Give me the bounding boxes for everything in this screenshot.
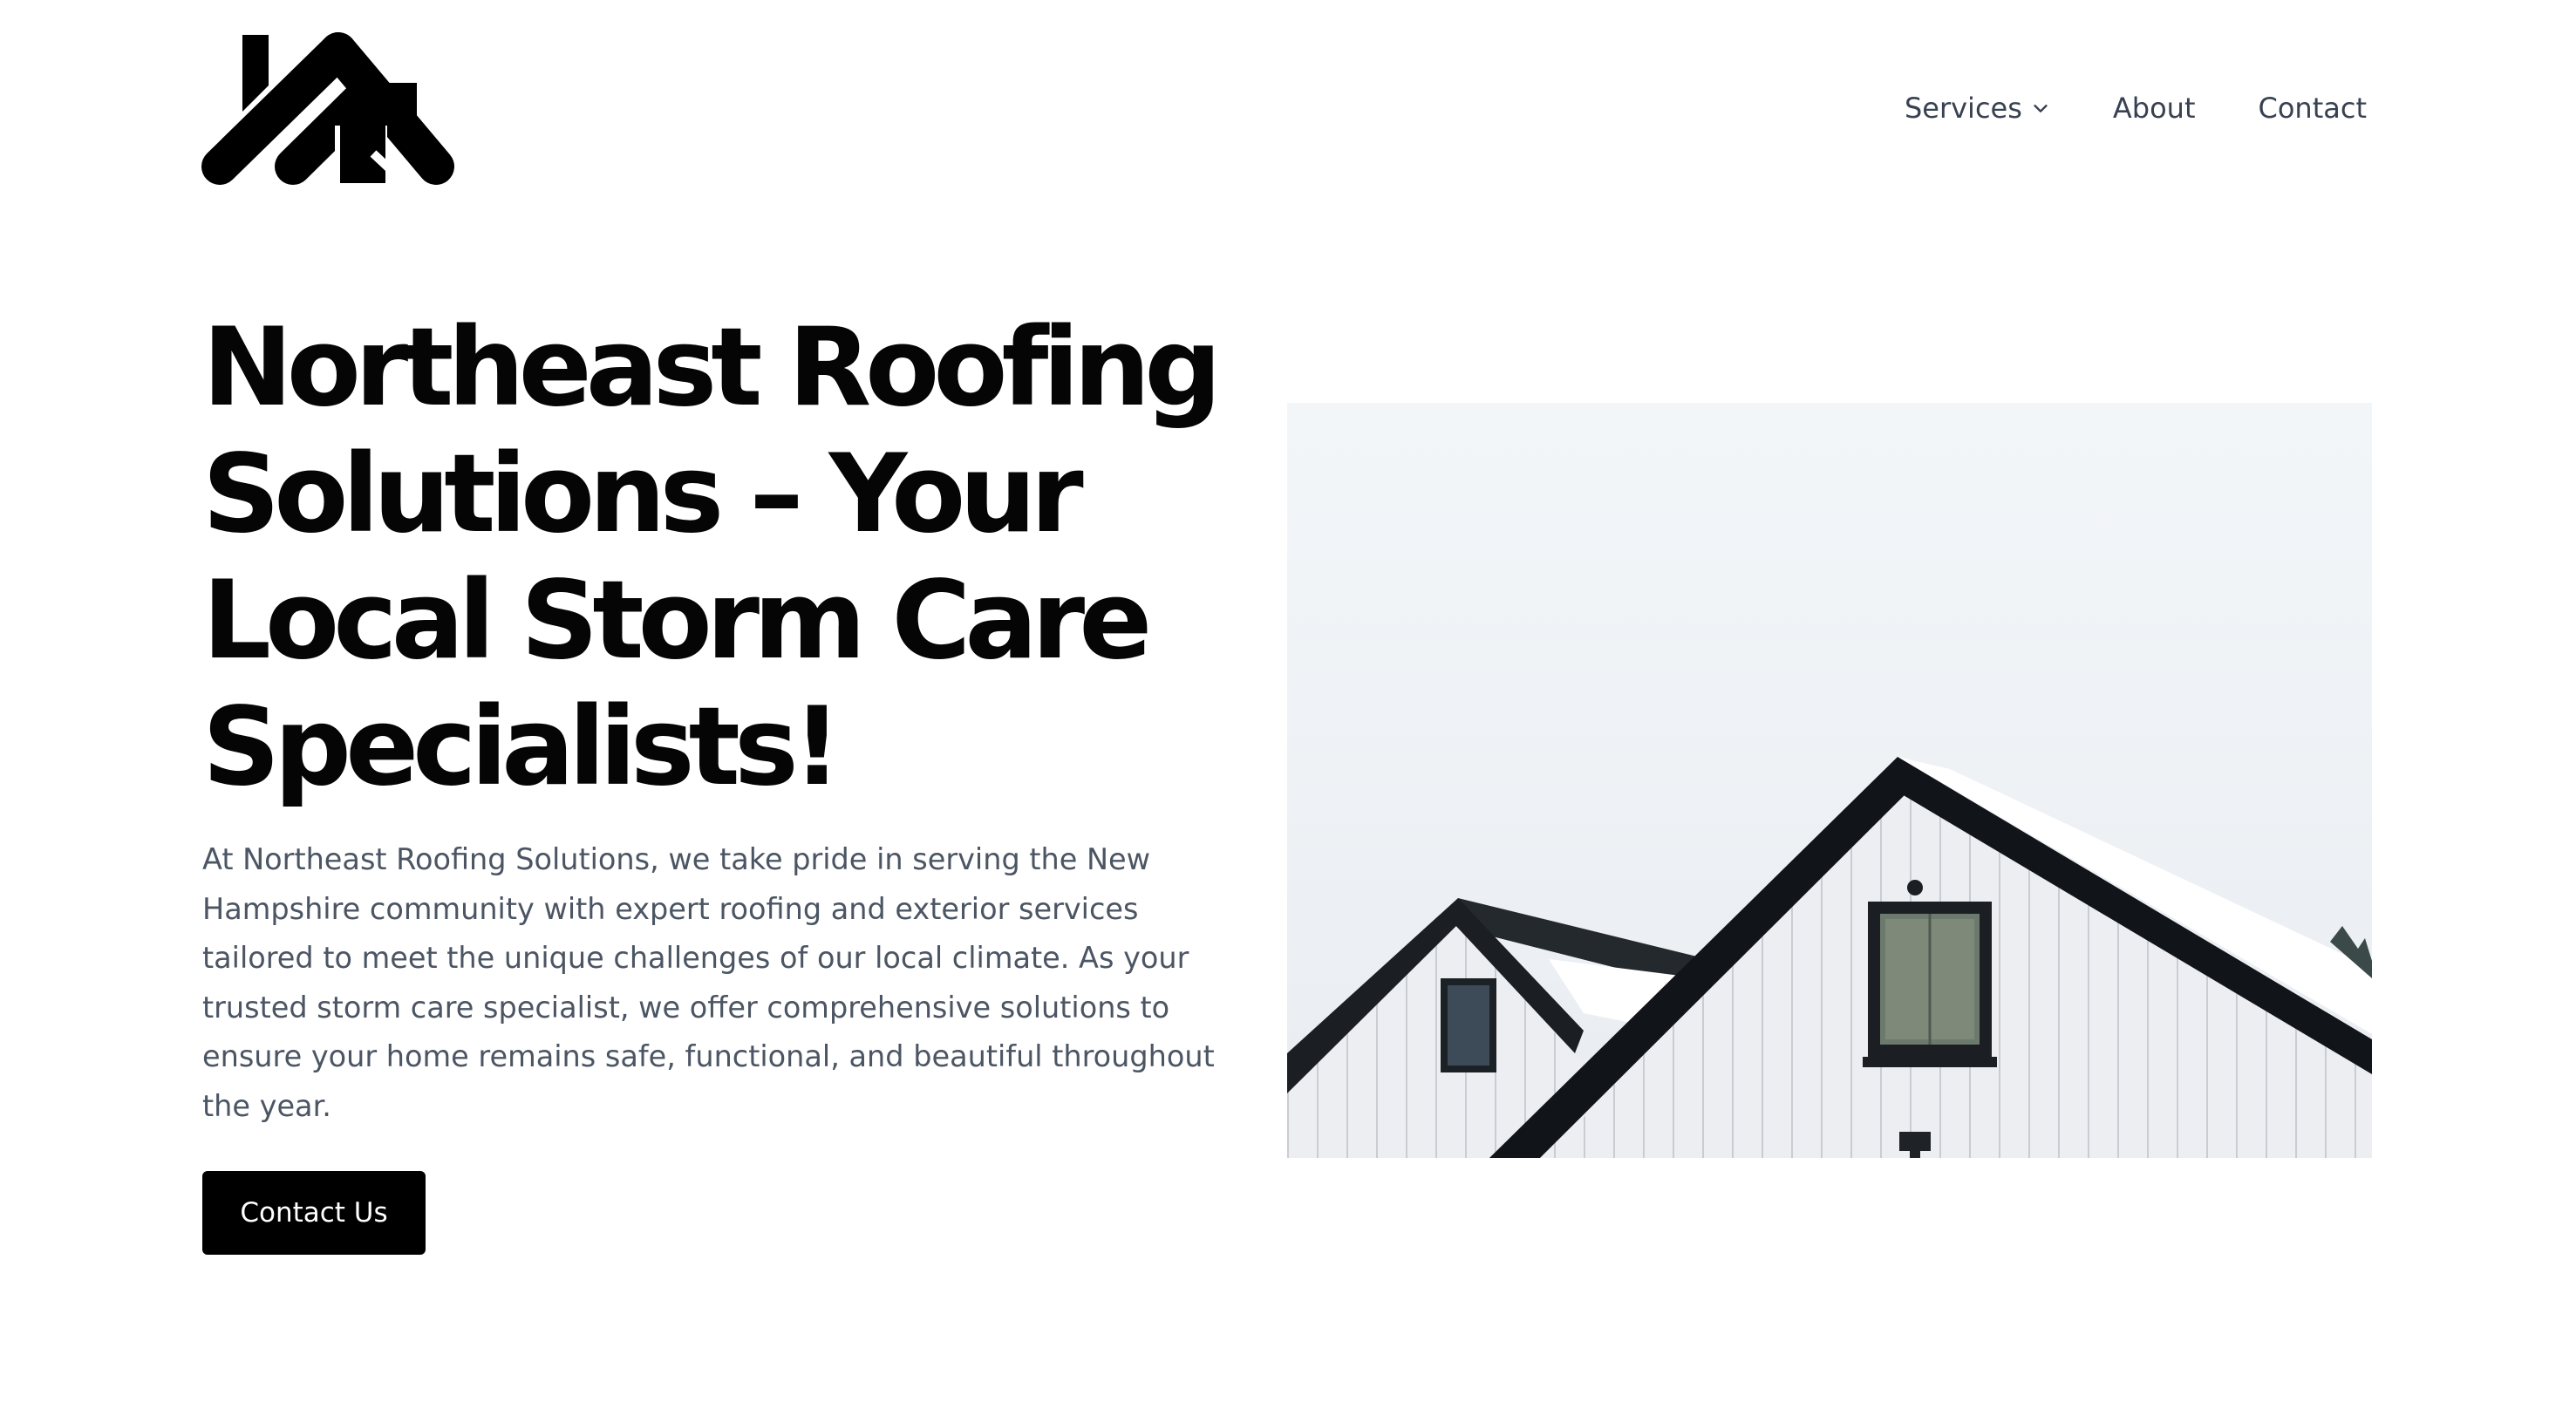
nav-about-label: About [2112, 92, 2196, 125]
nav-services-label: Services [1904, 92, 2022, 125]
nav-contact[interactable]: Contact [2259, 89, 2368, 127]
nav-contact-label: Contact [2258, 92, 2368, 125]
snow-covered-house-roof-image [1287, 403, 2372, 1158]
nav-about[interactable]: About [2113, 89, 2196, 127]
roofing-logo-icon [201, 32, 454, 188]
hero-title: Northeast Roofing Solutions – Your Local… [202, 305, 1222, 810]
contact-us-button[interactable]: Contact Us [202, 1171, 426, 1255]
hero-image [1287, 403, 2372, 1158]
hero-description: At Northeast Roofing Solutions, we take … [202, 842, 1215, 1123]
chevron-down-icon [2034, 105, 2048, 112]
main-nav: Services About Contact [1905, 89, 2367, 127]
site-logo[interactable] [201, 31, 455, 188]
nav-services[interactable]: Services [1905, 89, 2050, 127]
